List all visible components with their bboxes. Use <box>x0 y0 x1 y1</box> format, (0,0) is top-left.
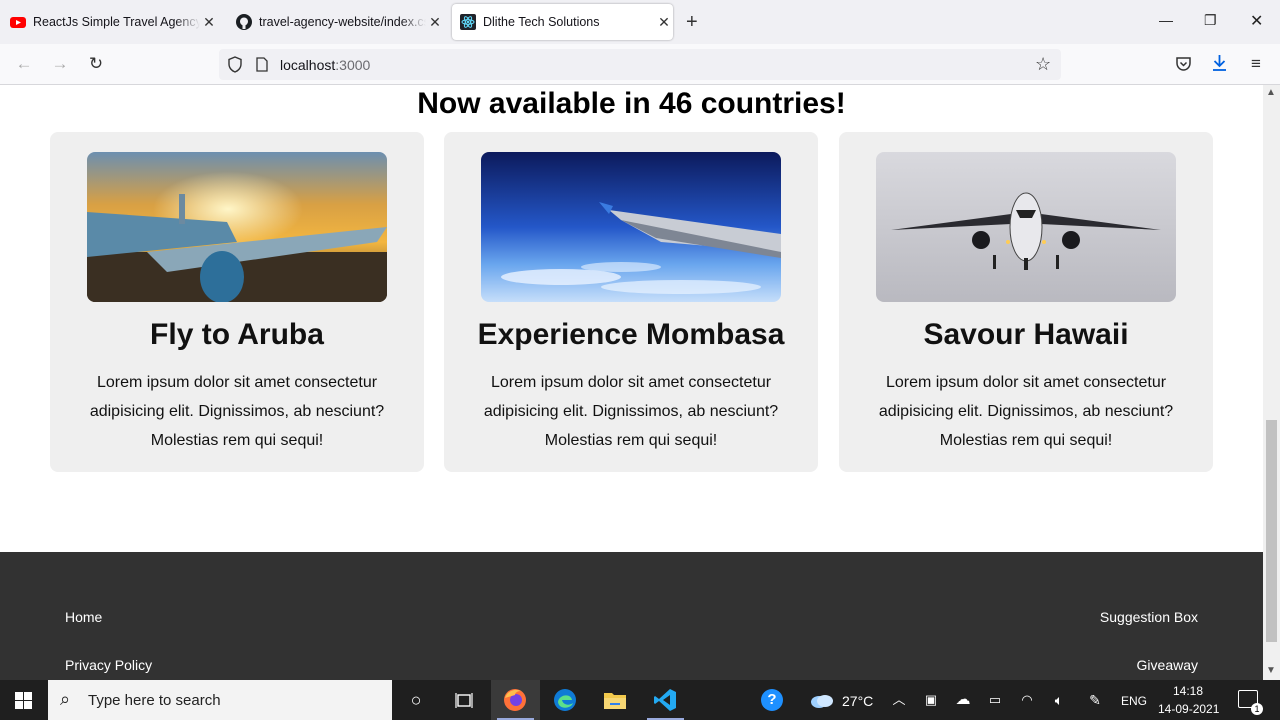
close-tab-icon[interactable]: ✕ <box>426 14 444 31</box>
new-tab-icon[interactable]: + <box>686 12 698 32</box>
card-text: Lorem ipsum dolor sit amet consectetur a… <box>878 374 1174 449</box>
url-text[interactable]: localhost:3000 <box>280 57 370 73</box>
forward-icon[interactable]: → <box>50 54 70 74</box>
shield-icon[interactable] <box>227 56 243 73</box>
reload-icon[interactable]: ↻ <box>86 54 106 74</box>
weather-temperature[interactable]: 27°C <box>842 693 873 709</box>
windows-taskbar: ⌕ Type here to search ○ ? 27°C ︿ ▣ ☁ ▭ ◠… <box>0 680 1280 720</box>
task-view-icon[interactable] <box>455 692 473 709</box>
vscode-taskbar-button[interactable] <box>641 680 690 720</box>
page-scrollbar[interactable]: ▲ ▼ <box>1263 85 1280 680</box>
scroll-down-icon[interactable]: ▼ <box>1266 665 1276 676</box>
bookmark-star-icon[interactable]: ☆ <box>1035 54 1051 75</box>
onedrive-icon[interactable]: ☁ <box>950 688 976 712</box>
help-icon[interactable]: ? <box>761 689 783 711</box>
page-heading: Now available in 46 countries! <box>417 87 846 120</box>
card-image <box>481 152 781 302</box>
battery-icon[interactable]: ▭ <box>982 688 1008 712</box>
window-close-icon[interactable]: ✕ <box>1250 11 1263 31</box>
close-tab-icon[interactable]: ✕ <box>655 14 673 31</box>
windows-start-icon[interactable] <box>15 692 32 709</box>
weather-cloud-icon[interactable] <box>810 692 834 708</box>
site-footer: Home Privacy Policy Suggestion Box Givea… <box>0 552 1263 680</box>
browser-tab-bar: ReactJs Simple Travel Agency La ✕ travel… <box>0 0 1280 44</box>
minimize-icon[interactable]: — <box>1159 12 1173 28</box>
url-host: localhost <box>280 57 336 73</box>
notification-badge: 1 <box>1251 703 1263 715</box>
card-title: Experience Mombasa <box>477 318 785 351</box>
scroll-up-icon[interactable]: ▲ <box>1266 87 1276 98</box>
wing-above-clouds-image <box>481 152 781 302</box>
pocket-icon[interactable] <box>1175 56 1192 72</box>
card-text: Lorem ipsum dolor sit amet consectetur a… <box>89 374 385 449</box>
card-title: Savour Hawaii <box>923 318 1129 351</box>
menu-icon[interactable]: ≡ <box>1246 54 1266 74</box>
address-bar[interactable]: localhost:3000 ☆ <box>219 49 1061 80</box>
url-port: :3000 <box>335 57 371 73</box>
footer-link-privacy-policy[interactable]: Privacy Policy <box>65 657 152 673</box>
react-icon <box>460 14 476 30</box>
destination-card: Fly to Aruba Lorem ipsum dolor sit amet … <box>50 132 424 472</box>
destination-card: Experience Mombasa Lorem ipsum dolor sit… <box>444 132 818 472</box>
wifi-icon[interactable]: ◠ <box>1014 688 1040 712</box>
vscode-icon <box>654 689 676 711</box>
destination-card: Savour Hawaii Lorem ipsum dolor sit amet… <box>839 132 1213 472</box>
search-placeholder: Type here to search <box>88 692 221 709</box>
firefox-taskbar-button[interactable] <box>491 680 540 720</box>
footer-link-home[interactable]: Home <box>65 609 102 625</box>
tab-title: travel-agency-website/index.css <box>259 15 426 29</box>
pen-icon[interactable]: ✎ <box>1082 688 1108 712</box>
downloads-icon[interactable] <box>1211 54 1228 72</box>
close-tab-icon[interactable]: ✕ <box>200 14 218 31</box>
github-icon <box>236 14 252 30</box>
plane-landing-image <box>876 152 1176 302</box>
edge-icon[interactable] <box>553 688 577 712</box>
file-explorer-icon[interactable] <box>603 689 627 711</box>
clock-date[interactable]: 14-09-2021 <box>1158 702 1219 716</box>
language-indicator[interactable]: ENG <box>1121 694 1147 708</box>
browser-toolbar: ← → ↻ localhost:3000 ☆ ≡ <box>0 44 1280 85</box>
cortana-icon[interactable]: ○ <box>403 688 429 712</box>
footer-link-suggestion-box[interactable]: Suggestion Box <box>1100 609 1198 625</box>
tab-youtube[interactable]: ReactJs Simple Travel Agency La ✕ <box>8 4 218 40</box>
notification-center-icon[interactable]: 1 <box>1238 690 1263 715</box>
page-viewport: Now available in 46 countries! Fly to Ar… <box>0 85 1263 680</box>
tab-github[interactable]: travel-agency-website/index.css ✕ <box>234 4 444 40</box>
tab-title: Dlithe Tech Solutions <box>483 15 600 29</box>
taskbar-search-box[interactable]: ⌕ Type here to search <box>48 680 392 720</box>
restore-icon[interactable]: ❐ <box>1204 12 1217 29</box>
chevron-up-icon[interactable]: ︿ <box>886 688 912 712</box>
plane-at-sunset-image <box>87 152 387 302</box>
page-icon <box>256 57 268 72</box>
footer-link-giveaway[interactable]: Giveaway <box>1137 657 1198 673</box>
tab-title: ReactJs Simple Travel Agency La <box>33 15 200 29</box>
card-text: Lorem ipsum dolor sit amet consectetur a… <box>483 374 779 449</box>
card-image <box>876 152 1176 302</box>
back-icon[interactable]: ← <box>14 54 34 74</box>
card-title: Fly to Aruba <box>150 318 324 351</box>
card-image <box>87 152 387 302</box>
search-icon: ⌕ <box>60 689 71 709</box>
meet-now-icon[interactable]: ▣ <box>918 688 944 712</box>
scrollbar-thumb[interactable] <box>1266 420 1277 642</box>
youtube-icon <box>10 17 26 28</box>
firefox-icon <box>504 689 526 711</box>
tab-active[interactable]: Dlithe Tech Solutions ✕ <box>452 4 673 40</box>
clock-time[interactable]: 14:18 <box>1173 684 1203 698</box>
volume-icon[interactable]: 🔈︎ <box>1046 688 1072 712</box>
